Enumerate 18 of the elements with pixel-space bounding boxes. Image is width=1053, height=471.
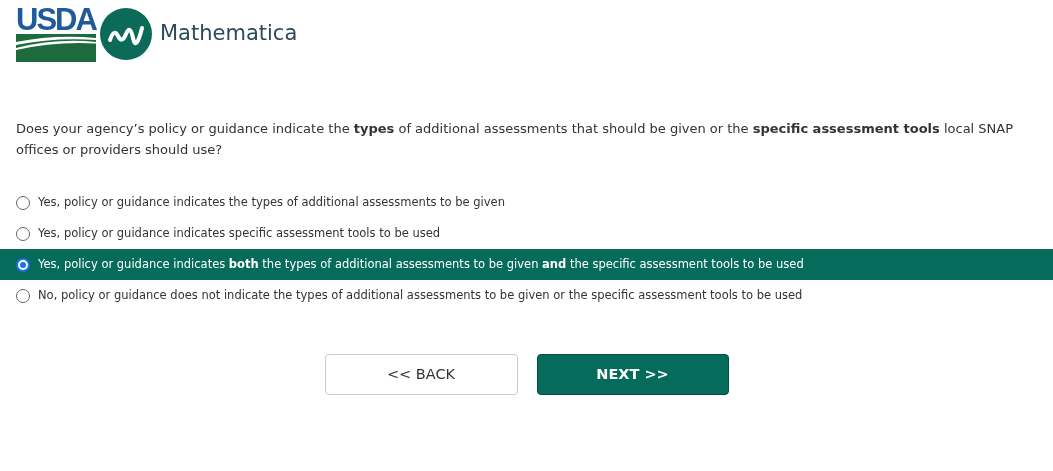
answer-option[interactable]: Yes, policy or guidance indicates both the types of additional assessments to be given and the specific assessment tools to be used	[0, 249, 1053, 280]
answer-option[interactable]: Yes, policy or guidance indicates the types of additional assessments to be given	[0, 187, 1053, 218]
radio-button[interactable]	[16, 288, 30, 303]
back-button[interactable]: << BACK	[324, 354, 518, 395]
usda-logo: USDA	[16, 5, 96, 62]
option-label: No, policy or guidance does not indicate the types of additional assessments to be given or the specific assessment tools to be used	[38, 286, 803, 304]
radio-button[interactable]	[16, 195, 30, 210]
answer-option[interactable]: No, policy or guidance does not indicate the types of additional assessments to be given or the specific assessment tools to be used	[0, 280, 1053, 311]
option-label: Yes, policy or guidance indicates the types of additional assessments to be given	[38, 193, 505, 211]
option-label: Yes, policy or guidance indicates both the types of additional assessments to be given and the specific assessment tools to be used	[38, 255, 804, 273]
radio-button[interactable]	[16, 257, 30, 272]
brand-name: Mathematica	[160, 19, 298, 47]
radio-button[interactable]	[16, 226, 30, 241]
answer-option[interactable]: Yes, policy or guidance indicates specific assessment tools to be used	[0, 218, 1053, 249]
next-button[interactable]: NEXT >>	[536, 354, 729, 395]
question-text: Does your agency’s policy or guidance indicate the types of additional assessments that should be given or the specific assessment tools local SNAP offices or providers should use?	[16, 120, 1015, 159]
option-label: Yes, policy or guidance indicates specific assessment tools to be used	[38, 224, 441, 242]
wave-logo-icon	[100, 7, 152, 60]
